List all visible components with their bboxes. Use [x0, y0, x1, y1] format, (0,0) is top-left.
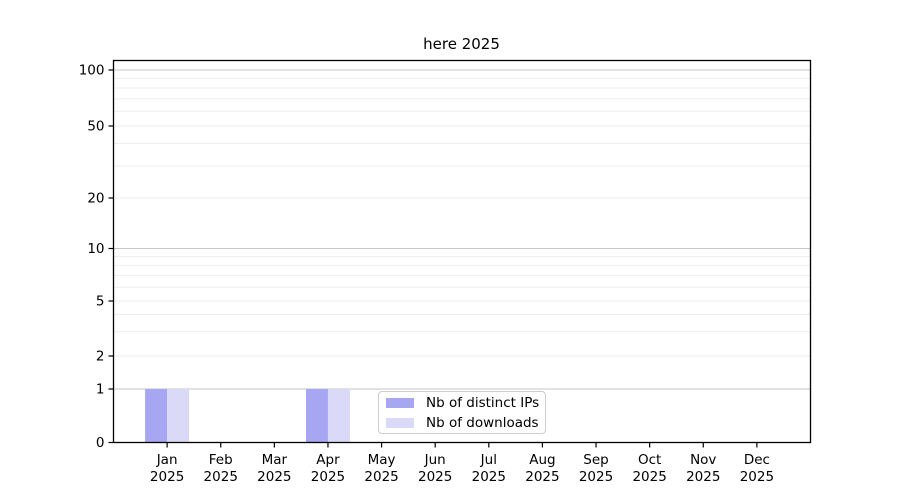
legend-label-distinct-ips: Nb of distinct IPs [426, 395, 539, 411]
plot-border [114, 61, 811, 443]
y-tick-label: 2 [96, 349, 105, 365]
legend: Nb of distinct IPs Nb of downloads [378, 391, 546, 434]
x-tick-month-label: Sep [583, 452, 608, 468]
x-tick-month-label: Apr [316, 452, 340, 468]
x-tick-year-label: 2025 [579, 469, 613, 485]
y-tick-label: 1 [96, 382, 105, 398]
x-tick-year-label: 2025 [204, 469, 238, 485]
bars [145, 389, 350, 443]
y-axis-ticks: 0 1 2 5 10 20 50 100 [79, 63, 114, 452]
legend-item-downloads: Nb of downloads [386, 415, 538, 431]
x-tick-month-label: May [368, 452, 396, 468]
x-tick-year-label: 2025 [525, 469, 559, 485]
x-tick-month-label: Jan [156, 452, 178, 468]
legend-swatch-distinct-ips [386, 398, 414, 408]
y-tick-label: 20 [87, 191, 104, 207]
bar-nb-of-distinct-ips [145, 389, 167, 443]
y-tick-label: 10 [87, 241, 104, 257]
x-tick-month-label: Mar [262, 452, 288, 468]
x-tick-year-label: 2025 [311, 469, 345, 485]
y-tick-label: 50 [87, 119, 104, 135]
x-tick-year-label: 2025 [418, 469, 452, 485]
x-tick-year-label: 2025 [632, 469, 666, 485]
y-tick-label: 0 [96, 435, 105, 451]
x-tick-year-label: 2025 [364, 469, 398, 485]
y-tick-label: 100 [79, 63, 105, 79]
x-tick-month-label: Nov [690, 452, 716, 468]
x-tick-year-label: 2025 [150, 469, 184, 485]
x-tick-year-label: 2025 [686, 469, 720, 485]
legend-label-downloads: Nb of downloads [426, 415, 539, 431]
x-tick-year-label: 2025 [472, 469, 506, 485]
x-tick-month-label: Aug [529, 452, 555, 468]
x-tick-year-label: 2025 [740, 469, 774, 485]
axes-spines [114, 61, 811, 443]
x-tick-month-label: Oct [638, 452, 661, 468]
x-tick-month-label: Jul [480, 452, 497, 468]
x-tick-month-label: Dec [744, 452, 770, 468]
x-axis-ticks: Jan2025Feb2025Mar2025Apr2025May2025Jun20… [150, 443, 774, 486]
x-tick-year-label: 2025 [257, 469, 291, 485]
bar-nb-of-distinct-ips [306, 389, 328, 443]
chart-title: here 2025 [113, 35, 810, 53]
legend-item-distinct-ips: Nb of distinct IPs [386, 395, 538, 411]
bar-nb-of-downloads [328, 389, 350, 443]
chart-figure: 0125102050100 Jan2025Feb2025Mar2025Apr20… [0, 0, 900, 500]
legend-swatch-downloads [386, 418, 414, 428]
x-tick-month-label: Jun [424, 452, 446, 468]
major-gridlines [114, 70, 811, 389]
x-tick-month-label: Feb [209, 452, 233, 468]
minor-gridlines [114, 79, 811, 356]
bar-nb-of-downloads [167, 389, 189, 443]
y-tick-label: 5 [96, 294, 105, 310]
